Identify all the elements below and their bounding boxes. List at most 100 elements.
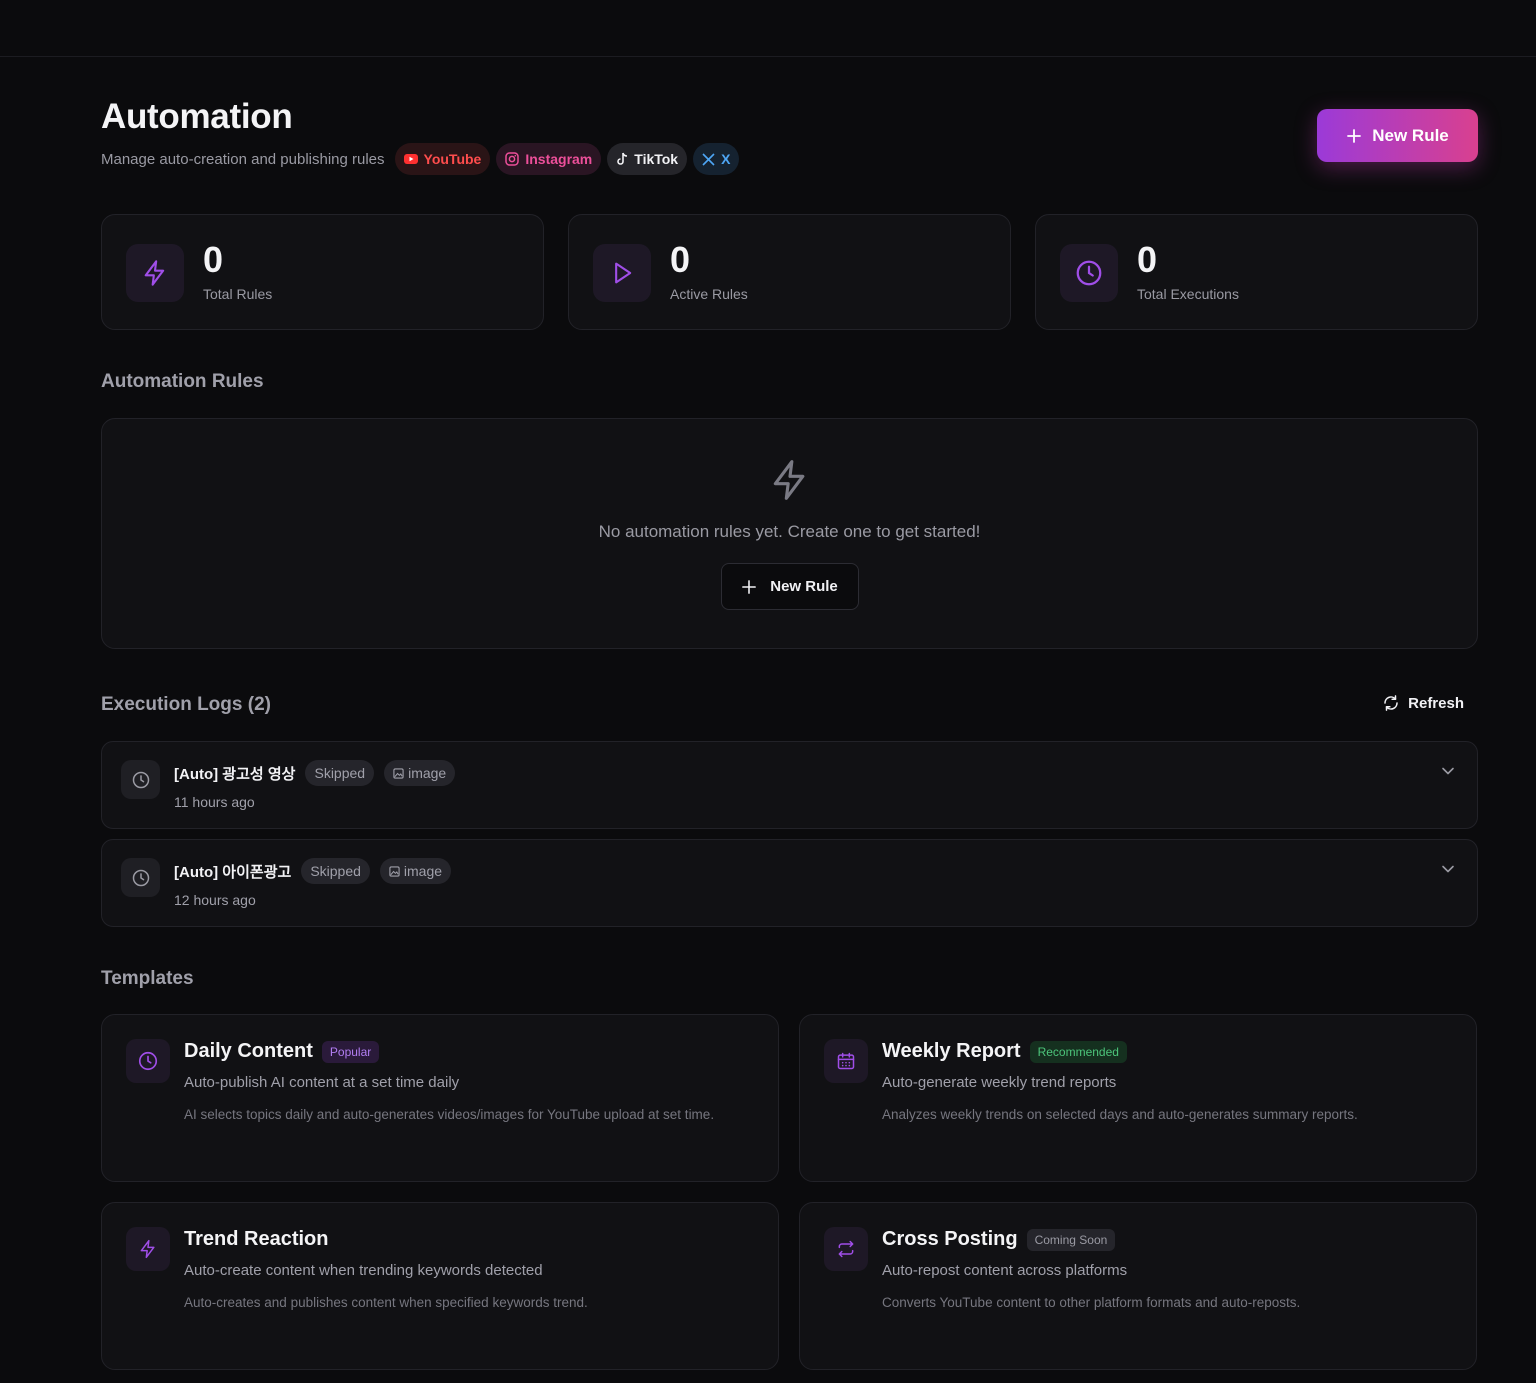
template-description: Auto-generate weekly trend reports	[882, 1074, 1117, 1091]
subtitle-row: Manage auto-creation and publishing rule…	[101, 143, 740, 175]
template-description: Auto-create content when trending keywor…	[184, 1262, 543, 1279]
stat-icon-box	[593, 244, 651, 302]
template-badge: Recommended	[1029, 1040, 1127, 1063]
new-rule-button[interactable]: New Rule	[1317, 109, 1478, 162]
top-bar	[0, 0, 1536, 57]
platform-pill-instagram: Instagram	[496, 143, 602, 175]
instagram-icon	[505, 152, 520, 166]
log-item[interactable]: [Auto] 광고성 영상 Skipped image 11 hours ago	[101, 741, 1478, 829]
refresh-label: Refresh	[1408, 694, 1464, 712]
log-time: 11 hours ago	[174, 794, 255, 810]
play-icon	[615, 262, 632, 284]
platform-pill-youtube: YouTube	[394, 143, 491, 175]
platform-label-tiktok: TikTok	[634, 151, 679, 167]
platform-pill-x: X	[693, 143, 740, 175]
refresh-button[interactable]: Refresh	[1382, 694, 1464, 712]
empty-new-rule-button[interactable]: New Rule	[721, 563, 859, 610]
log-title: [Auto] 광고성 영상	[174, 765, 296, 783]
log-status-tag: Skipped	[301, 858, 370, 884]
template-description: Auto-repost content across platforms	[882, 1262, 1128, 1279]
section-title-templates: Templates	[101, 968, 194, 989]
template-card-daily-content[interactable]: Daily Content Popular Auto-publish AI co…	[101, 1014, 779, 1182]
chevron-down-icon[interactable]	[1441, 764, 1455, 778]
stat-label: Active Rules	[670, 286, 748, 302]
chevron-down-icon[interactable]	[1441, 862, 1455, 876]
lightning-icon	[140, 1239, 155, 1259]
clock-icon	[132, 869, 149, 886]
clock-icon	[132, 771, 149, 788]
template-title: Trend Reaction	[184, 1228, 329, 1250]
template-detail: Analyzes weekly trends on selected days …	[882, 1107, 1358, 1122]
lightning-icon	[144, 260, 165, 286]
stat-card-total-rules: 0 Total Rules	[101, 214, 544, 330]
template-detail: Auto-creates and publishes content when …	[184, 1295, 588, 1310]
page-title: Automation	[101, 97, 293, 136]
image-icon	[389, 865, 400, 877]
log-type-tag: image	[379, 858, 452, 884]
calendar-icon	[837, 1052, 855, 1070]
plus-icon	[742, 579, 757, 594]
log-status-tag: Skipped	[305, 760, 375, 786]
template-icon-box	[824, 1039, 868, 1083]
template-head: Daily Content Popular	[184, 1040, 380, 1063]
stats-row: 0 Total Rules 0 Active Rules 0 Total Exe…	[101, 214, 1478, 330]
template-description: Auto-publish AI content at a set time da…	[184, 1074, 460, 1091]
stat-icon-box	[1060, 244, 1118, 302]
log-title-row: [Auto] 아이폰광고 Skipped image	[174, 858, 452, 884]
log-type-tag: image	[384, 760, 456, 786]
template-detail: Converts YouTube content to other platfo…	[882, 1295, 1301, 1310]
stat-value: 0	[1137, 239, 1158, 280]
template-head: Trend Reaction	[184, 1228, 328, 1251]
new-rule-button-label: New Rule	[1372, 125, 1449, 145]
log-type-label: image	[408, 765, 447, 781]
platform-label-x: X	[721, 151, 731, 167]
page-subtitle: Manage auto-creation and publishing rule…	[101, 150, 385, 168]
template-badge: Popular	[321, 1040, 380, 1063]
plus-icon	[1347, 128, 1362, 143]
template-head: Cross Posting Coming Soon	[882, 1228, 1116, 1251]
template-title: Daily Content	[184, 1040, 313, 1062]
template-icon-box	[126, 1227, 170, 1271]
refresh-icon	[1384, 695, 1398, 711]
empty-new-rule-label: New Rule	[770, 578, 838, 595]
empty-state-text: No automation rules yet. Create one to g…	[598, 522, 981, 541]
rules-empty-state: No automation rules yet. Create one to g…	[101, 418, 1478, 649]
stat-label: Total Rules	[203, 286, 273, 302]
template-card-trend-reaction[interactable]: Trend Reaction Auto-create content when …	[101, 1202, 779, 1370]
log-icon-box	[121, 858, 160, 897]
clock-icon	[1076, 260, 1102, 286]
repost-icon	[838, 1240, 854, 1258]
template-icon-box	[126, 1039, 170, 1083]
stat-icon-box	[126, 244, 184, 302]
log-title: [Auto] 아이폰광고	[174, 863, 292, 881]
platform-pill-tiktok: TikTok	[607, 143, 688, 175]
section-title-rules: Automation Rules	[101, 371, 264, 392]
clock-icon	[138, 1051, 158, 1071]
stat-label: Total Executions	[1137, 286, 1239, 302]
section-title-logs: Execution Logs (2)	[101, 694, 271, 715]
template-badge: Coming Soon	[1026, 1228, 1116, 1251]
stat-card-active-rules: 0 Active Rules	[568, 214, 1011, 330]
image-icon	[393, 767, 404, 779]
template-title: Weekly Report	[882, 1040, 1021, 1062]
log-type-label: image	[403, 863, 443, 879]
platform-label-youtube: YouTube	[423, 151, 482, 167]
template-icon-box	[824, 1227, 868, 1271]
template-title: Cross Posting	[882, 1228, 1018, 1250]
tiktok-icon	[617, 152, 628, 165]
log-title-row: [Auto] 광고성 영상 Skipped image	[174, 760, 456, 786]
stat-card-total-executions: 0 Total Executions	[1035, 214, 1478, 330]
log-time: 12 hours ago	[174, 892, 256, 908]
lightning-icon	[773, 460, 805, 500]
x-icon	[702, 152, 715, 166]
log-item[interactable]: [Auto] 아이폰광고 Skipped image 12 hours ago	[101, 839, 1478, 927]
template-head: Weekly Report Recommended	[882, 1040, 1127, 1063]
template-card-weekly-report[interactable]: Weekly Report Recommended Auto-generate …	[799, 1014, 1477, 1182]
log-icon-box	[121, 760, 160, 799]
template-card-cross-posting[interactable]: Cross Posting Coming Soon Auto-repost co…	[799, 1202, 1477, 1370]
template-detail: AI selects topics daily and auto-generat…	[184, 1107, 715, 1122]
stat-value: 0	[203, 239, 224, 280]
platform-label-instagram: Instagram	[525, 151, 593, 167]
youtube-icon	[403, 154, 418, 164]
stat-value: 0	[670, 239, 691, 280]
